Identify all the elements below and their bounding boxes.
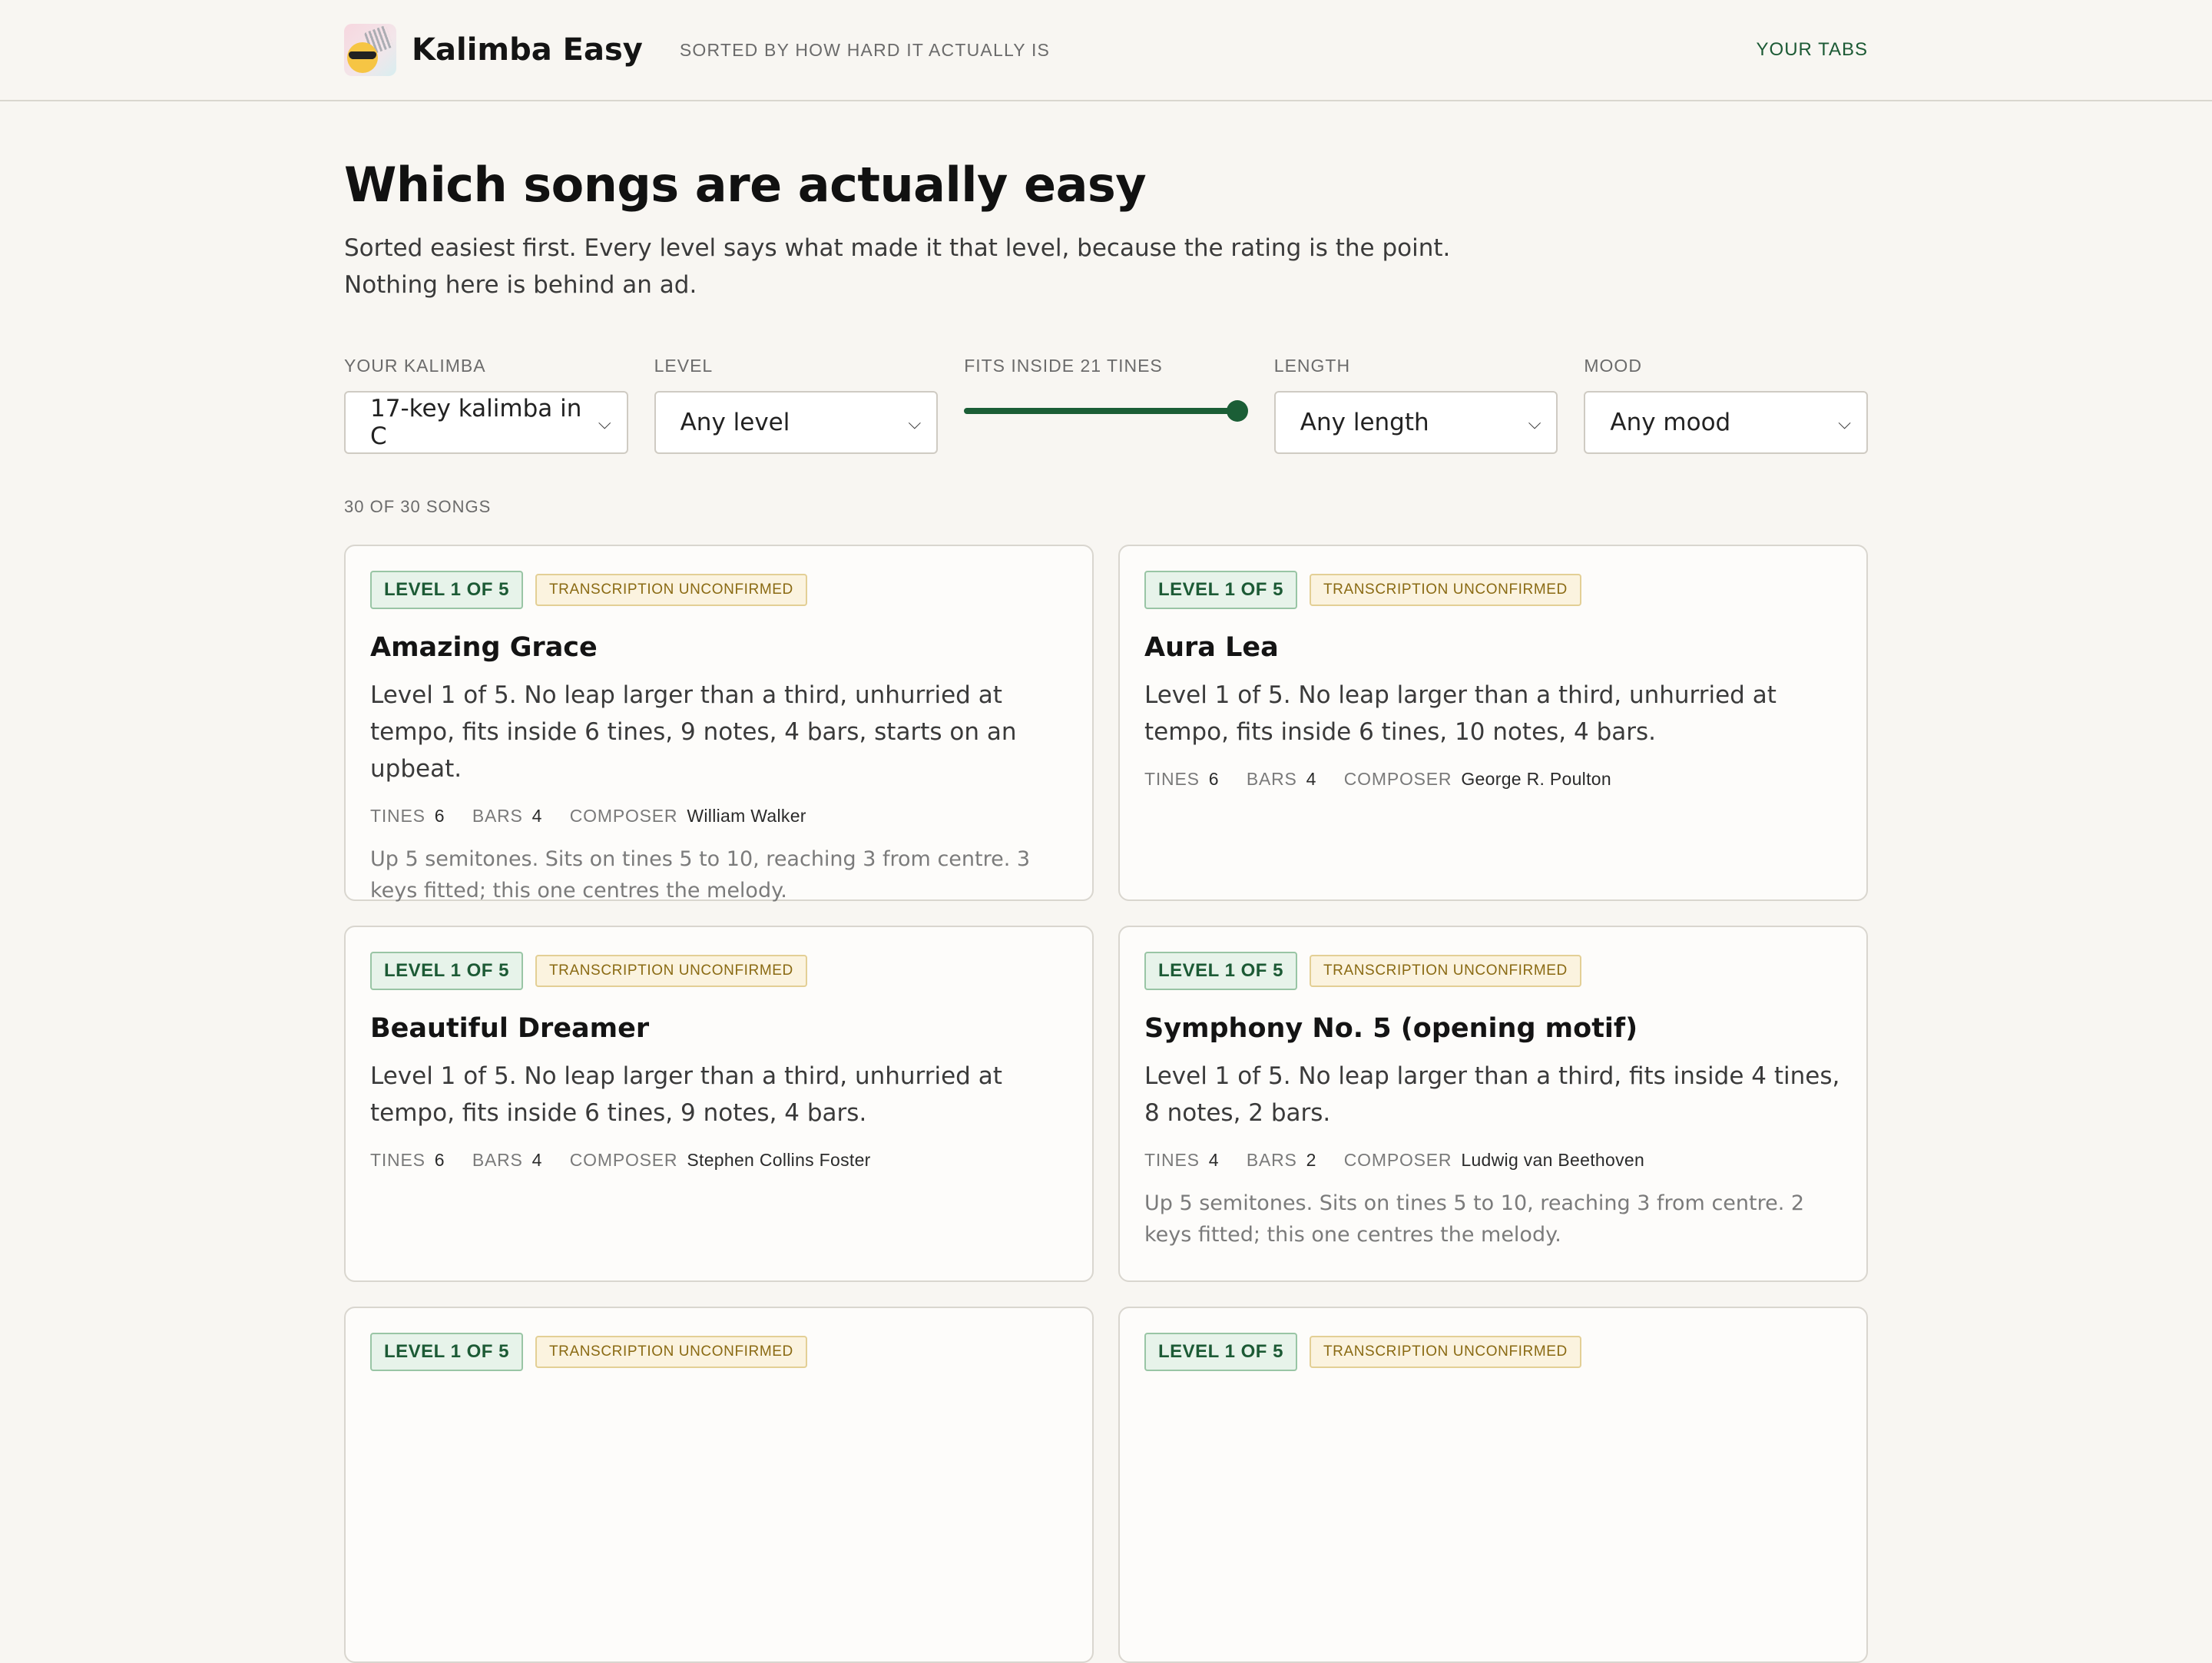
page-title: Which songs are actually easy [344, 157, 1147, 213]
level-select[interactable]: Any level ⌵ [654, 391, 939, 454]
tines-slider-handle[interactable] [1226, 400, 1248, 422]
tines-filter-label: FITS INSIDE 21 TINES [964, 356, 1163, 376]
length-select-value: Any length [1300, 409, 1429, 436]
status-badge: TRANSCRIPTION UNCONFIRMED [1309, 1336, 1581, 1368]
tines-value: 4 [1208, 1150, 1219, 1170]
song-meta: TINES 6 BARS 4 COMPOSER Stephen Collins Fos… [370, 1150, 1068, 1171]
level-badge: LEVEL 1 OF 5 [1144, 952, 1297, 990]
page-lede: Sorted easiest first. Every level says w… [344, 234, 1451, 299]
song-description: Level 1 of 5. No leap larger than a thir… [370, 681, 1017, 783]
mood-select[interactable]: Any mood ⌵ [1584, 391, 1868, 454]
kalimba-filter: YOUR KALIMBA 17-key kalimba in C ⌵ [344, 356, 628, 454]
bars-label: BARS [472, 806, 523, 826]
song-title[interactable]: Symphony No. 5 (opening motif) [1144, 1013, 1842, 1044]
site-tagline: SORTED BY HOW HARD IT ACTUALLY IS [679, 39, 1051, 60]
composer-label: COMPOSER [569, 806, 678, 826]
tines-label: TINES [1144, 1150, 1200, 1170]
song-meta: TINES 6 BARS 4 COMPOSER George R. Poulton [1144, 769, 1842, 790]
song-meta: TINES 6 BARS 4 COMPOSER William Walker [370, 806, 1068, 827]
status-badge: TRANSCRIPTION UNCONFIRMED [1309, 574, 1581, 606]
composer-value: George R. Poulton [1461, 769, 1611, 789]
song-meta: TINES 4 BARS 2 COMPOSER Ludwig van Beethove… [1144, 1150, 1842, 1171]
level-badge: LEVEL 1 OF 5 [1144, 571, 1297, 609]
tines-slider[interactable] [964, 400, 1248, 422]
chevron-down-icon: ⌵ [1838, 414, 1851, 433]
status-badge: TRANSCRIPTION UNCONFIRMED [1309, 955, 1581, 987]
mood-select-value: Any mood [1610, 409, 1731, 436]
song-description: Level 1 of 5. No leap larger than a thir… [370, 1062, 1002, 1127]
song-card[interactable]: LEVEL 1 OF 5 TRANSCRIPTION UNCONFIRMED A… [1118, 545, 1868, 901]
result-count: 30 OF 30 SONGS [344, 497, 492, 516]
bars-label: BARS [1246, 1150, 1297, 1170]
song-card[interactable]: LEVEL 1 OF 5 TRANSCRIPTION UNCONFIRMED [1118, 1307, 1868, 1663]
status-badge: TRANSCRIPTION UNCONFIRMED [535, 955, 807, 987]
tines-label: TINES [370, 1150, 426, 1170]
length-filter-label: LENGTH [1273, 356, 1351, 376]
chevron-down-icon: ⌵ [908, 414, 922, 433]
bars-value: 2 [1306, 1150, 1316, 1170]
bars-value: 4 [531, 806, 542, 826]
kalimba-select[interactable]: 17-key kalimba in C ⌵ [344, 391, 628, 454]
composer-value: William Walker [687, 806, 806, 826]
tines-filter: FITS INSIDE 21 TINES [964, 356, 1248, 454]
level-filter-label: LEVEL [654, 356, 714, 376]
your-tabs-link[interactable]: YOUR TABS [1757, 39, 1868, 61]
mood-filter: MOOD Any mood ⌵ [1584, 356, 1868, 454]
tines-slider-track [964, 408, 1237, 414]
song-description: Level 1 of 5. No leap larger than a thir… [1144, 681, 1777, 746]
composer-value: Ludwig van Beethoven [1461, 1150, 1645, 1170]
tines-value: 6 [434, 1150, 445, 1170]
mood-filter-label: MOOD [1584, 356, 1642, 376]
kalimba-select-value: 17-key kalimba in C [370, 395, 582, 450]
tines-label: TINES [1144, 769, 1200, 789]
song-card[interactable]: LEVEL 1 OF 5 TRANSCRIPTION UNCONFIRMED B… [344, 926, 1094, 1282]
song-note: Up 5 semitones. Sits on tines 5 to 10, r… [370, 847, 1031, 903]
song-grid: LEVEL 1 OF 5 TRANSCRIPTION UNCONFIRMED A… [344, 545, 1868, 1663]
tines-value: 6 [434, 806, 445, 826]
bars-value: 4 [1306, 769, 1316, 789]
filter-bar: YOUR KALIMBA 17-key kalimba in C ⌵ LEVEL… [344, 356, 1868, 454]
length-select[interactable]: Any length ⌵ [1273, 391, 1558, 454]
song-note: Up 5 semitones. Sits on tines 5 to 10, r… [1144, 1191, 1805, 1247]
level-badge: LEVEL 1 OF 5 [1144, 1333, 1297, 1371]
song-title[interactable]: Beautiful Dreamer [370, 1013, 1068, 1044]
song-title[interactable]: Aura Lea [1144, 632, 1842, 663]
bars-value: 4 [531, 1150, 542, 1170]
tines-value: 6 [1208, 769, 1219, 789]
level-badge: LEVEL 1 OF 5 [370, 952, 523, 990]
song-card[interactable]: LEVEL 1 OF 5 TRANSCRIPTION UNCONFIRMED A… [344, 545, 1094, 903]
composer-label: COMPOSER [1343, 769, 1452, 789]
chevron-down-icon: ⌵ [598, 414, 611, 433]
level-badge: LEVEL 1 OF 5 [370, 1333, 523, 1371]
brand-name[interactable]: Kalimba Easy [412, 32, 643, 68]
song-title[interactable]: Amazing Grace [370, 632, 1068, 663]
tines-label: TINES [370, 806, 426, 826]
kalimba-filter-label: YOUR KALIMBA [344, 356, 486, 376]
length-filter: LENGTH Any length ⌵ [1273, 356, 1558, 454]
status-badge: TRANSCRIPTION UNCONFIRMED [535, 574, 807, 606]
bars-label: BARS [472, 1150, 523, 1170]
level-filter: LEVEL Any level ⌵ [654, 356, 939, 454]
composer-value: Stephen Collins Foster [687, 1150, 871, 1170]
composer-label: COMPOSER [1343, 1150, 1452, 1170]
chevron-down-icon: ⌵ [1528, 414, 1541, 433]
main-content: Which songs are actually easy Sorted eas… [344, 101, 1868, 1663]
song-description: Level 1 of 5. No leap larger than a thir… [1144, 1062, 1840, 1127]
song-card[interactable]: LEVEL 1 OF 5 TRANSCRIPTION UNCONFIRMED [344, 1307, 1094, 1663]
level-select-value: Any level [680, 409, 790, 436]
site-header: Kalimba Easy SORTED BY HOW HARD IT ACTUA… [0, 0, 2212, 101]
song-card[interactable]: LEVEL 1 OF 5 TRANSCRIPTION UNCONFIRMED S… [1118, 926, 1868, 1282]
bars-label: BARS [1246, 769, 1297, 789]
kalimba-logo-icon[interactable] [344, 24, 396, 76]
status-badge: TRANSCRIPTION UNCONFIRMED [535, 1336, 807, 1368]
composer-label: COMPOSER [569, 1150, 678, 1170]
level-badge: LEVEL 1 OF 5 [370, 571, 523, 609]
